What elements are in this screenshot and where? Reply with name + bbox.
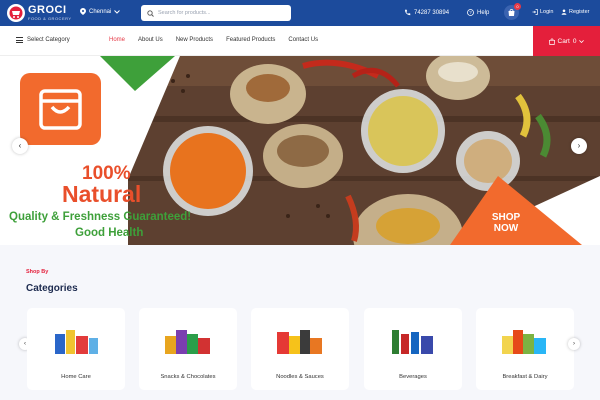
hero-next-button[interactable]: › — [571, 138, 587, 154]
snacks-products-image — [165, 330, 210, 354]
cart-button[interactable]: Cart 0 — [533, 26, 600, 56]
noodles-products-image — [277, 330, 322, 354]
categories-eyebrow: Shop By — [26, 269, 49, 275]
hero-tagline-health: Good Health — [75, 227, 144, 239]
cart-label: Cart — [557, 37, 570, 45]
categories-title: Categories — [26, 283, 78, 294]
category-label: Home Care — [61, 374, 91, 380]
phone-number: 74287 30894 — [414, 9, 450, 16]
menu-icon — [16, 37, 23, 43]
app-logo — [20, 73, 101, 145]
register-link[interactable]: Register — [561, 9, 589, 15]
brand-logo[interactable]: GROCI FOOD & GROCERY — [6, 3, 72, 23]
shop-now-button[interactable]: SHOP NOW — [480, 212, 532, 234]
category-card-beverages[interactable]: Beverages — [364, 308, 462, 390]
search-icon[interactable] — [147, 9, 154, 17]
help-label: Help — [477, 9, 490, 16]
bag-icon — [548, 38, 555, 45]
category-label: Noodles & Sauces — [276, 374, 324, 380]
category-label: Snacks & Chocolates — [160, 374, 216, 380]
hero-tagline-quality: Quality & Freshness Guaranteed! — [9, 211, 192, 223]
login-label: Login — [540, 9, 554, 15]
phone-icon — [405, 9, 411, 16]
cart-value: 0 — [572, 37, 577, 45]
user-icon — [561, 9, 567, 15]
category-card-breakfast[interactable]: Breakfast & Dairy — [476, 308, 574, 390]
nav-link-about[interactable]: About Us — [138, 37, 163, 43]
brand-name: GROCI — [28, 4, 67, 16]
location-pin-icon — [80, 8, 86, 15]
nav-link-featured-products[interactable]: Featured Products — [226, 37, 275, 43]
top-bar: GROCI FOOD & GROCERY Chennai 74287 30894… — [0, 0, 600, 26]
help-link[interactable]: ? Help — [467, 9, 489, 16]
search-bar[interactable] — [141, 5, 291, 21]
cart-count-badge: 0 — [514, 3, 521, 10]
shop-now-banner — [450, 176, 600, 245]
nav-link-contact[interactable]: Contact Us — [288, 37, 318, 43]
select-category-button[interactable]: Select Category — [16, 37, 70, 43]
category-card-home-care[interactable]: Home Care — [27, 308, 125, 390]
categories-next-button[interactable]: › — [568, 338, 580, 350]
location-selector[interactable]: Chennai — [80, 8, 121, 15]
hero-prev-button[interactable]: ‹ — [12, 138, 28, 154]
hero-headline-natural: Natural — [62, 181, 142, 207]
search-input[interactable] — [158, 10, 278, 16]
cart-logo-icon — [6, 3, 26, 23]
login-icon — [532, 9, 538, 15]
category-label: Breakfast & Dairy — [502, 374, 548, 380]
phone-contact[interactable]: 74287 30894 — [404, 9, 449, 16]
chevron-down-icon — [579, 39, 585, 43]
register-label: Register — [569, 9, 590, 15]
home-care-products-image — [55, 330, 98, 354]
svg-text:?: ? — [469, 10, 472, 15]
category-label: Beverages — [399, 374, 427, 380]
select-category-label: Select Category — [27, 37, 70, 43]
help-icon: ? — [467, 9, 474, 16]
main-nav: Select Category Home About Us New Produc… — [0, 26, 600, 56]
category-card-noodles[interactable]: Noodles & Sauces — [251, 308, 349, 390]
login-link[interactable]: Login — [532, 9, 553, 15]
category-card-snacks[interactable]: Snacks & Chocolates — [139, 308, 237, 390]
beverages-products-image — [392, 330, 433, 354]
nav-links: Home About Us New Products Featured Prod… — [109, 37, 318, 43]
mini-cart-button[interactable]: 0 — [504, 3, 521, 20]
location-label: Chennai — [89, 8, 112, 15]
shopping-bag-icon — [39, 89, 82, 130]
nav-link-home[interactable]: Home — [109, 37, 125, 43]
chevron-down-icon — [114, 9, 121, 14]
nav-link-new-products[interactable]: New Products — [176, 37, 213, 43]
brand-tagline: FOOD & GROCERY — [28, 16, 72, 21]
breakfast-products-image — [502, 330, 546, 354]
